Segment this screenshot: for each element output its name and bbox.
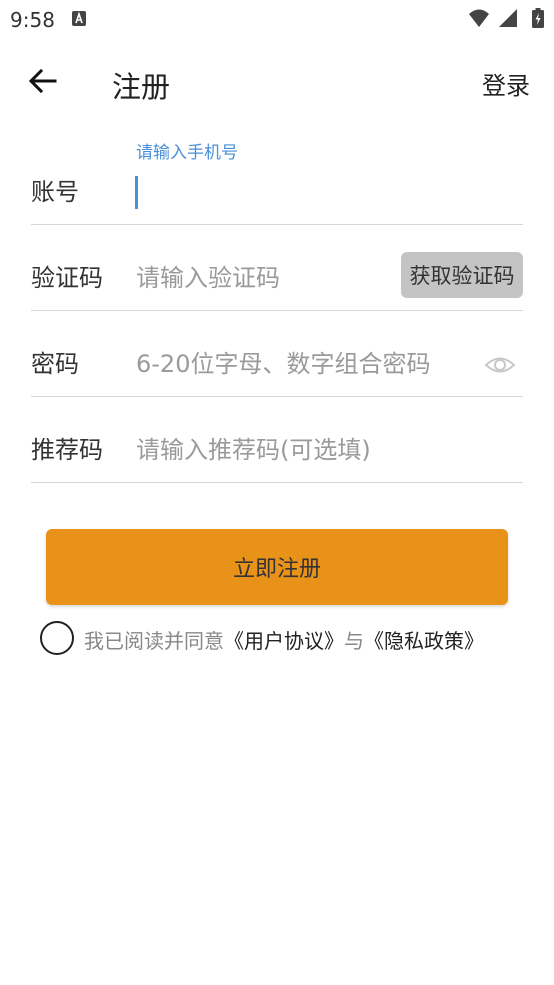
agreement-text: 我已阅读并同意《用户协议》与《隐私政策》 — [84, 625, 484, 654]
privacy-policy-link[interactable]: 《隐私政策》 — [364, 629, 484, 653]
referral-label: 推荐码 — [31, 436, 103, 464]
password-label: 密码 — [31, 350, 79, 378]
battery-icon — [532, 8, 544, 28]
password-row: 密码 — [31, 310, 523, 397]
eye-icon[interactable] — [485, 350, 515, 380]
page-title: 注册 — [112, 70, 171, 104]
agreement-prefix: 我已阅读并同意 — [84, 629, 224, 653]
back-arrow-icon[interactable] — [28, 66, 58, 96]
code-input[interactable] — [136, 262, 386, 294]
status-time: 9:58 — [10, 8, 55, 32]
agreement-row: 我已阅读并同意《用户协议》与《隐私政策》 — [40, 621, 530, 655]
register-button[interactable]: 立即注册 — [46, 529, 508, 605]
status-bar: 9:58 — [0, 0, 554, 40]
password-input[interactable] — [136, 348, 476, 380]
user-agreement-link[interactable]: 《用户协议》 — [224, 629, 344, 653]
account-row: 账号 — [31, 160, 523, 225]
signal-icon — [499, 9, 517, 27]
account-label: 账号 — [31, 178, 79, 206]
agreement-conjunction: 与 — [344, 629, 364, 653]
code-label: 验证码 — [31, 264, 103, 292]
referral-row: 推荐码 — [31, 396, 523, 483]
get-code-button[interactable]: 获取验证码 — [401, 252, 523, 298]
referral-input[interactable] — [136, 434, 516, 466]
login-link[interactable]: 登录 — [482, 66, 530, 101]
text-cursor — [135, 176, 138, 209]
a-notification-icon — [72, 11, 86, 26]
agreement-checkbox[interactable] — [40, 621, 74, 655]
account-input[interactable] — [136, 174, 506, 206]
wifi-icon — [469, 9, 489, 27]
